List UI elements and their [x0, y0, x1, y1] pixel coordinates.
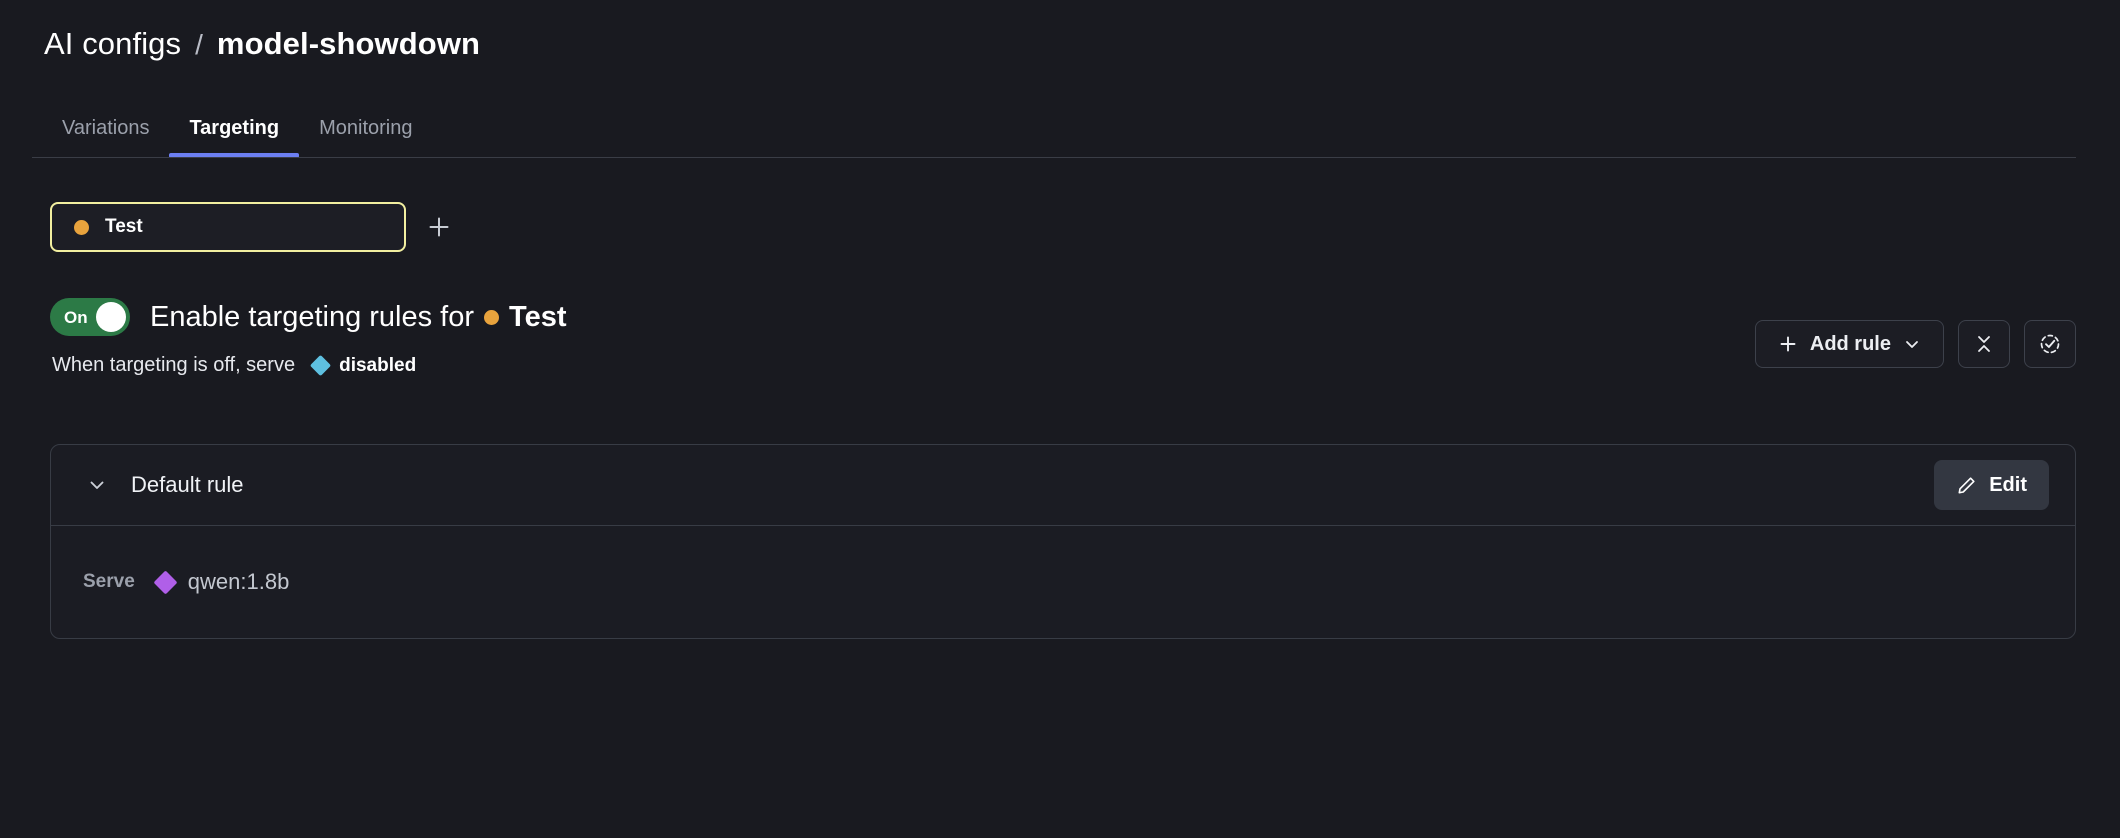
off-variation-label: When targeting is off, serve — [52, 354, 296, 376]
toggle-knob — [96, 302, 126, 332]
check-circle-dashed-icon — [2040, 334, 2060, 354]
off-variation-chip[interactable]: disabled — [309, 354, 417, 377]
environment-chip-label: Test — [105, 216, 143, 237]
environment-chip-test[interactable]: Test — [50, 202, 406, 252]
targeting-header: On Enable targeting rules for Test When … — [44, 298, 2076, 394]
tab-variations-label: Variations — [62, 117, 150, 139]
environment-color-dot-icon — [484, 309, 500, 325]
serve-label: Serve — [83, 571, 135, 592]
tab-targeting-label: Targeting — [189, 117, 280, 139]
tab-bar-divider — [32, 157, 2076, 158]
targeting-heading: Enable targeting rules for Test — [150, 301, 567, 334]
default-rule-expand-toggle[interactable] — [83, 471, 111, 499]
serve-variation-chip[interactable]: qwen:1.8b — [153, 569, 290, 595]
tab-targeting[interactable]: Targeting — [169, 117, 299, 158]
tab-monitoring-label: Monitoring — [319, 117, 413, 139]
targeting-heading-text: Enable targeting rules for — [150, 300, 475, 333]
tab-bar: Variations Targeting Monitoring — [32, 98, 2076, 158]
default-rule-body: Serve qwen:1.8b — [51, 526, 2075, 638]
plus-icon — [429, 217, 449, 237]
off-variation-name: disabled — [339, 354, 417, 376]
default-rule-edit-label: Edit — [1989, 473, 2027, 496]
breadcrumb: AI configs / model-showdown — [44, 0, 2076, 62]
targeting-toggle-state-label: On — [64, 307, 88, 327]
serve-variation-name: qwen:1.8b — [187, 569, 290, 594]
targeting-heading-environment: Test — [509, 300, 567, 333]
variation-diamond-icon — [309, 354, 332, 377]
page-title: model-showdown — [216, 26, 481, 61]
add-rule-label: Add rule — [1809, 332, 1891, 355]
pencil-icon — [1958, 476, 1975, 493]
default-rule-title: Default rule — [131, 472, 244, 497]
breadcrumb-separator: / — [195, 29, 203, 60]
breadcrumb-parent-link[interactable]: AI configs — [44, 26, 181, 62]
default-rule-card: Default rule Edit Serve qwen:1.8b — [50, 444, 2076, 639]
tab-variations[interactable]: Variations — [44, 118, 169, 154]
default-rule-edit-button[interactable]: Edit — [1934, 460, 2049, 510]
default-rule-header: Default rule Edit — [51, 445, 2075, 525]
environment-color-dot-icon — [74, 219, 89, 235]
chevron-down-icon — [1906, 341, 1918, 348]
plus-icon — [1780, 336, 1796, 352]
add-rule-button[interactable]: Add rule — [1754, 320, 1944, 368]
collapse-icon — [1978, 336, 1990, 352]
targeting-actions: Add rule — [1754, 320, 2076, 368]
targeting-toggle[interactable]: On — [50, 298, 130, 336]
tab-monitoring[interactable]: Monitoring — [299, 118, 432, 154]
add-environment-button[interactable] — [422, 210, 456, 244]
chevron-down-icon — [90, 481, 104, 489]
targeting-page: AI configs / model-showdown Variations T… — [0, 0, 2120, 838]
variation-diamond-icon — [153, 569, 178, 595]
environment-selector: Test — [44, 202, 2076, 252]
review-changes-button[interactable] — [2024, 320, 2076, 368]
collapse-all-button[interactable] — [1958, 320, 2010, 368]
